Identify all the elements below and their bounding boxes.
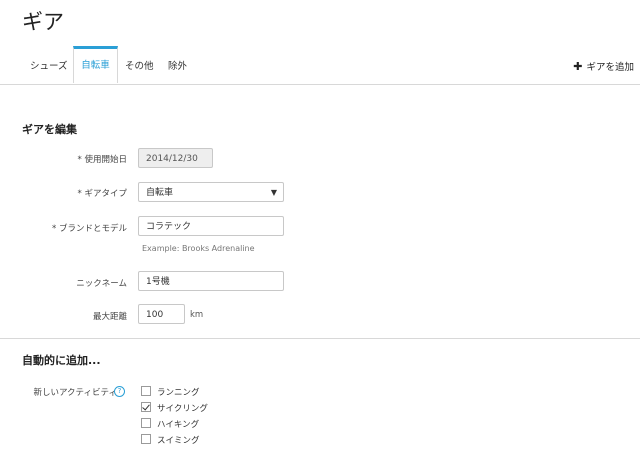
nickname-input[interactable]: 1号機 [138, 271, 284, 291]
max-distance-label: 最大距離 [92, 312, 127, 322]
brand-model-hint: Example: Brooks Adrenaline [142, 244, 255, 253]
activity-option-label: サイクリング [157, 404, 208, 414]
activity-option-label: スイミング [157, 436, 200, 446]
auto-add-heading: 自動的に追加... [22, 354, 101, 367]
tab-other[interactable]: その他 [125, 48, 154, 84]
max-distance-input[interactable]: 100 [138, 304, 185, 324]
tab-shoes[interactable]: シューズ [30, 48, 68, 84]
add-gear-label: ギアを追加 [586, 62, 634, 73]
plus-icon: ✚ [573, 60, 583, 73]
caret-down-icon: ▼ [270, 188, 277, 197]
checkbox-checked[interactable] [141, 402, 151, 412]
start-date-label: * 使用開始日 [77, 155, 127, 165]
edit-gear-heading: ギアを編集 [22, 123, 77, 136]
activity-option-swimming[interactable]: スイミング [141, 434, 200, 446]
new-activity-label: 新しいアクティビティ [33, 388, 117, 398]
brand-model-input[interactable]: コラテック [138, 216, 284, 236]
brand-model-label: * ブランドとモデル [52, 224, 127, 234]
activity-option-hiking[interactable]: ハイキング [141, 418, 199, 430]
add-gear-button[interactable]: ✚ ギアを追加 [573, 59, 634, 73]
activity-option-label: ハイキング [157, 420, 200, 430]
gear-type-value: 自転車 [146, 188, 174, 198]
gear-type-select[interactable]: 自転車 ▼ [138, 182, 284, 202]
help-icon[interactable]: ? [114, 386, 125, 397]
checkbox[interactable] [141, 418, 151, 428]
activity-option-running[interactable]: ランニング [141, 386, 200, 398]
activity-option-label: ランニング [157, 388, 200, 398]
checkbox[interactable] [141, 434, 151, 444]
activity-option-cycling[interactable]: サイクリング [141, 402, 208, 414]
start-date-field[interactable]: 2014/12/30 [138, 148, 213, 168]
page-title: ギア [22, 10, 64, 34]
section-divider [0, 338, 640, 339]
nickname-label: ニックネーム [76, 279, 127, 289]
tab-bike[interactable]: 自転車 [73, 46, 118, 83]
checkbox[interactable] [141, 386, 151, 396]
gear-type-label: * ギアタイプ [77, 189, 127, 199]
tab-excluded[interactable]: 除外 [168, 48, 187, 84]
distance-unit: km [190, 310, 204, 320]
gear-tabs: シューズ 自転車 その他 除外 [0, 46, 640, 85]
